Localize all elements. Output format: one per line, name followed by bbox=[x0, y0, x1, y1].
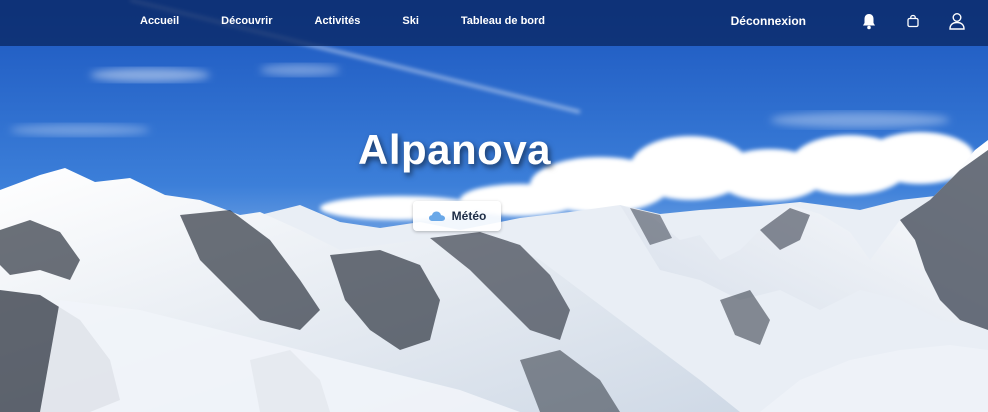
weather-button[interactable]: Météo bbox=[413, 201, 501, 231]
nav-link-activites[interactable]: Activités bbox=[315, 15, 361, 27]
weather-button-label: Météo bbox=[451, 209, 487, 223]
site-title: Alpanova bbox=[358, 126, 552, 173]
bell-icon[interactable] bbox=[858, 10, 880, 32]
logout-link[interactable]: Déconnexion bbox=[731, 14, 806, 28]
nav-actions: Déconnexion bbox=[731, 0, 968, 42]
top-navbar: Accueil Découvrir Activités Ski Tableau … bbox=[0, 0, 988, 46]
user-icon[interactable] bbox=[946, 10, 968, 32]
cloud-icon bbox=[428, 210, 446, 222]
nav-link-decouvrir[interactable]: Découvrir bbox=[221, 15, 272, 27]
nav-link-ski[interactable]: Ski bbox=[402, 15, 419, 27]
nav-link-tableau-de-bord[interactable]: Tableau de bord bbox=[461, 15, 545, 27]
bag-icon[interactable] bbox=[902, 10, 924, 32]
main-nav: Accueil Découvrir Activités Ski Tableau … bbox=[140, 0, 545, 42]
nav-link-accueil[interactable]: Accueil bbox=[140, 15, 179, 27]
